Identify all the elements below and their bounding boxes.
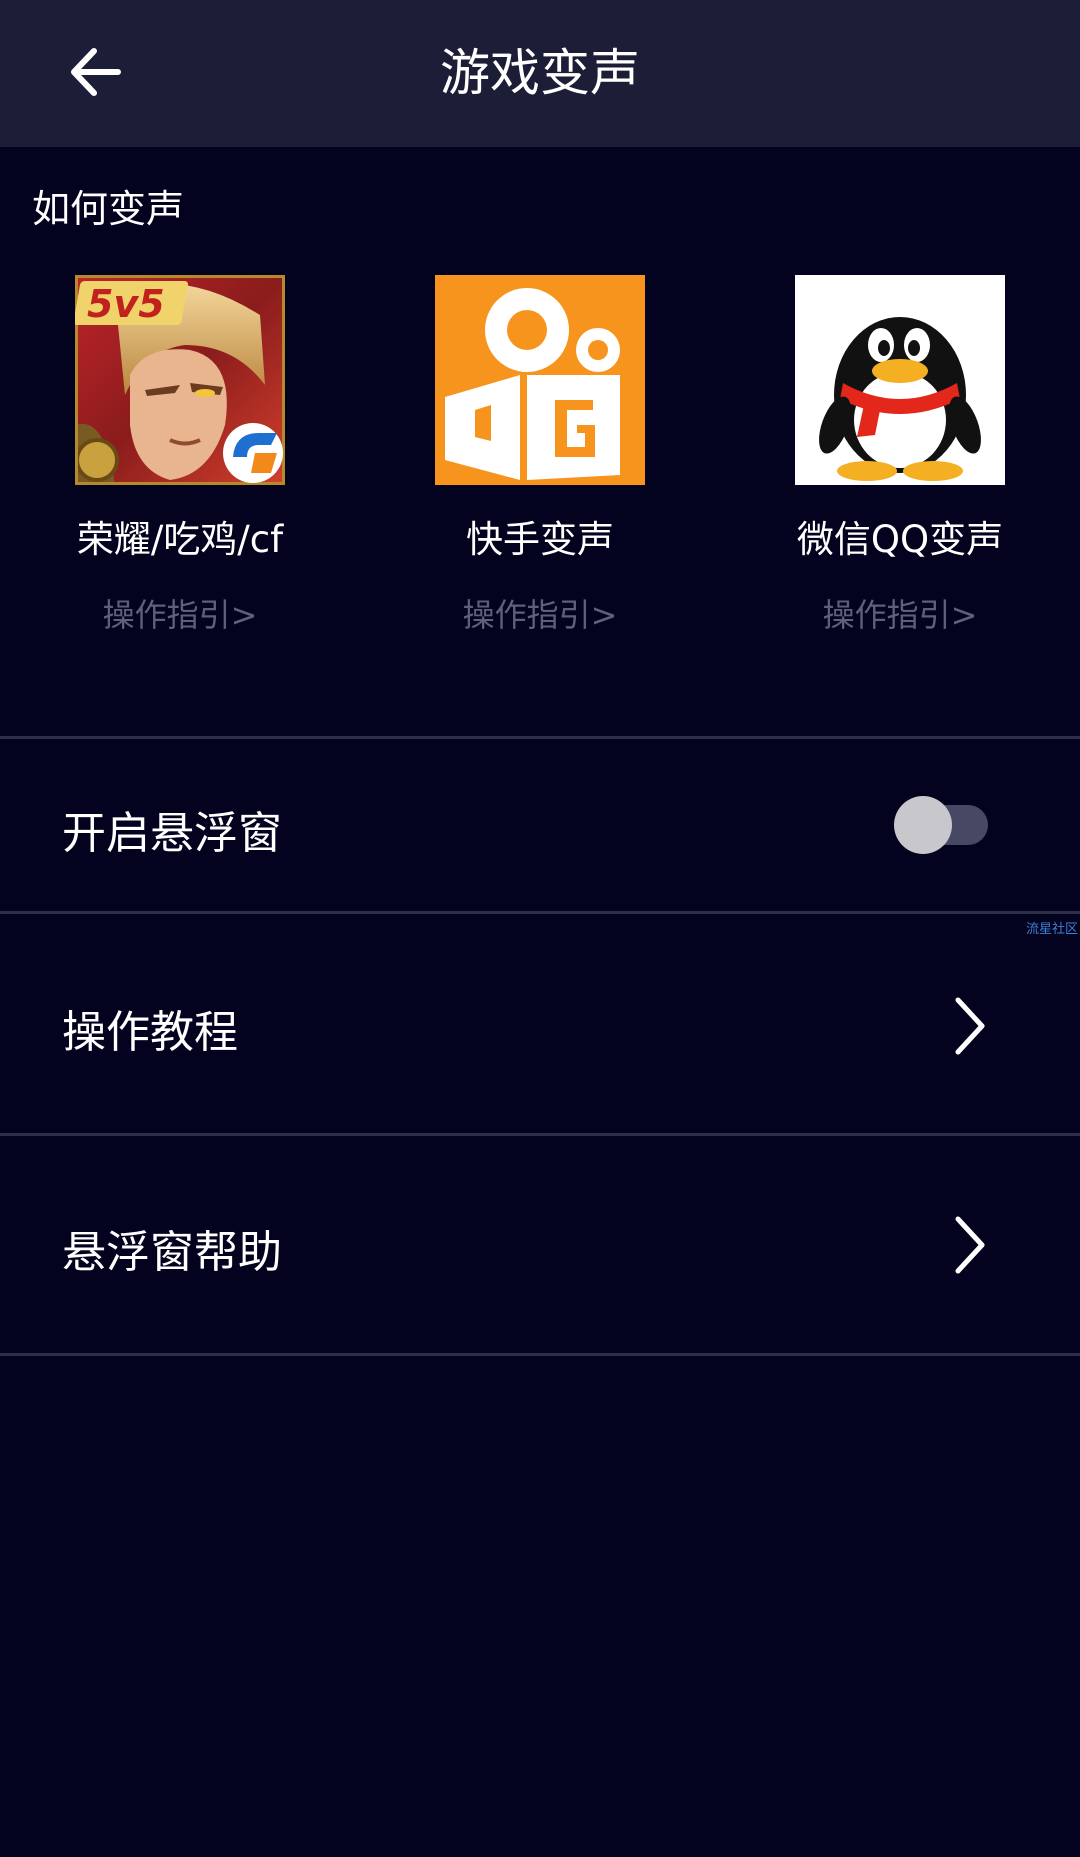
floating-window-toggle[interactable] [894,796,988,854]
honor-of-kings-game-icon[interactable]: 5v5 [75,275,285,485]
app-item-honor[interactable]: 5v5 荣耀/吃鸡/cf 操作指引> [0,275,360,635]
app-name: 荣耀/吃鸡/cf [76,518,284,561]
floating-window-label: 开启悬浮窗 [62,808,282,859]
app-name: 微信QQ变声 [796,518,1004,561]
kuaishou-app-icon[interactable] [435,275,645,485]
back-button[interactable] [60,42,130,102]
operation-guide-link[interactable]: 操作指引> [360,595,720,635]
qq-penguin-icon[interactable] [795,275,1005,485]
floating-window-help-row[interactable]: 悬浮窗帮助 [0,1136,1080,1353]
top-bar: 游戏变声 [0,0,1080,147]
operation-guide-link[interactable]: 操作指引> [720,595,1080,635]
floating-window-help-label: 悬浮窗帮助 [62,1227,282,1278]
toggle-knob [894,796,952,854]
arrow-left-icon [71,48,121,96]
chevron-right-icon [955,1216,985,1274]
tutorial-row[interactable]: 操作教程 [0,914,1080,1133]
chevron-right-icon [955,997,985,1055]
svg-text:5v5: 5v5 [87,282,165,326]
floating-window-row: 开启悬浮窗 [0,739,1080,911]
app-name: 快手变声 [466,518,614,561]
operation-guide-link[interactable]: 操作指引> [0,595,360,635]
page-title: 游戏变声 [440,44,640,102]
divider [0,1353,1080,1356]
tutorial-label: 操作教程 [62,1007,238,1058]
section-title: 如何变声 [32,187,185,231]
app-item-kuaishou[interactable]: 快手变声 操作指引> [360,275,720,635]
app-item-qq[interactable]: 微信QQ变声 操作指引> [720,275,1080,635]
